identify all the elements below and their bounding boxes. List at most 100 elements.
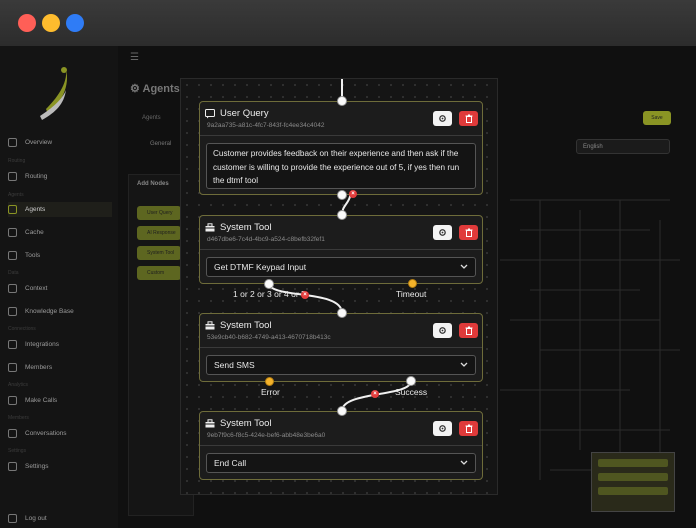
output-handle-timeout[interactable] [408,279,417,288]
node-delete-button[interactable] [459,421,478,436]
language-select[interactable]: English [576,139,670,154]
flow-canvas[interactable]: User Query 9a2aa735-a81c-4fc7-843f-fc4ee… [180,78,498,495]
book-icon [8,307,17,316]
add-ai-response-button[interactable]: AI Response [137,226,181,240]
message-icon [8,429,17,438]
output-label: 1 or 2 or 3 or 4 or 5 [233,289,306,299]
nav-section-label: Analytics [8,382,29,388]
input-handle[interactable] [337,210,347,220]
minimize-window-button[interactable] [42,14,60,32]
sidebar-item-conversations[interactable]: Conversations [8,429,67,438]
trash-icon [465,424,472,433]
toolbox-icon [205,321,215,330]
gear-icon [439,229,446,236]
node-id: 53e9cb40-b682-4749-a413-4670718b413c [207,334,331,341]
menu-icon[interactable]: ☰ [130,52,139,63]
chevron-down-icon [460,362,468,367]
nav-section-label: Settings [8,448,27,454]
node-settings-button[interactable] [433,111,452,126]
node-id: 9eb7f9c6-f8c5-424e-bef6-abb48e3be6a0 [207,432,326,439]
tab-general[interactable]: General [150,141,171,147]
node-title: User Query [220,108,269,119]
logout-icon [8,514,17,523]
sidebar-item-agents[interactable]: Agents [8,202,112,217]
input-handle[interactable] [337,308,347,318]
node-title: System Tool [220,418,272,429]
system-tool-node[interactable]: System Tool 53e9cb40-b682-4749-a413-4670… [199,313,483,382]
system-tool-node[interactable]: System Tool 9eb7f9c6-f8c5-424e-bef6-abb4… [199,411,483,480]
toolbox-icon [205,223,215,232]
output-label: Timeout [396,289,427,299]
sidebar-item-members[interactable]: Members [8,363,52,372]
app-logo [40,67,68,120]
cache-icon [8,228,17,237]
node-settings-button[interactable] [433,225,452,240]
node-delete-button[interactable] [459,225,478,240]
sidebar-item-settings[interactable]: Settings [8,462,49,471]
tool-select[interactable]: Get DTMF Keypad Input [206,257,476,277]
node-settings-button[interactable] [433,421,452,436]
window-titlebar [0,0,696,47]
tool-select[interactable]: Send SMS [206,355,476,375]
sidebar-item-make-calls[interactable]: Make Calls [8,396,57,405]
chevron-down-icon [460,460,468,465]
sidebar-item-tools[interactable]: Tools [8,251,40,260]
tool-select[interactable]: End Call [206,453,476,473]
output-handle-dtmf[interactable] [264,279,274,289]
node-title: System Tool [220,222,272,233]
output-handle-success[interactable] [406,376,416,386]
input-handle[interactable] [337,96,347,106]
system-tool-node[interactable]: System Tool d467dbe6-7c4d-4bc9-a524-c8be… [199,215,483,284]
close-icon[interactable]: × [371,390,379,398]
node-id: d467dbe6-7c4d-4bc9-a524-c8befb32fef1 [207,236,325,243]
node-delete-button[interactable] [459,323,478,338]
agent-icon [8,205,17,214]
sidebar-item-logout[interactable]: Log out [8,514,47,523]
tools-icon [8,251,17,260]
zoom-window-button[interactable] [66,14,84,32]
toolbox-icon [205,419,215,428]
context-icon [8,284,17,293]
output-handle-error[interactable] [265,377,274,386]
node-delete-button[interactable] [459,111,478,126]
gear-icon [439,327,446,334]
nav-section-label: Connections [8,326,36,332]
node-settings-button[interactable] [433,323,452,338]
prompt-textarea[interactable]: Customer provides feedback on their expe… [206,143,476,189]
routing-icon [8,172,17,181]
users-icon [8,363,17,372]
node-id: 9a2aa735-a81c-4fc7-843f-fc4ee34c4042 [207,122,325,129]
output-label: Success [395,387,428,397]
node-title: System Tool [220,320,272,331]
user-query-node[interactable]: User Query 9a2aa735-a81c-4fc7-843f-fc4ee… [199,101,483,195]
save-button[interactable]: Save [643,111,671,125]
minimap-panel [591,452,675,512]
sidebar-item-knowledge-base[interactable]: Knowledge Base [8,307,74,316]
chevron-down-icon [460,264,468,269]
output-label: Error [261,387,280,397]
nav-section-label: Agents [8,192,24,198]
sidebar-item-integrations[interactable]: Integrations [8,340,59,349]
sidebar-item-overview[interactable]: Overview [8,138,52,147]
close-icon[interactable]: × [301,291,309,299]
sidebar-item-cache[interactable]: Cache [8,228,44,237]
output-handle[interactable] [337,190,347,200]
page-title: ⚙ Agents [130,83,180,95]
close-icon[interactable]: × [349,190,357,198]
plug-icon [8,340,17,349]
add-user-query-button[interactable]: User Query [137,206,181,220]
add-nodes-title: Add Nodes [137,181,169,187]
gear-icon [8,462,17,471]
close-window-button[interactable] [18,14,36,32]
add-system-tool-button[interactable]: System Tool [137,246,181,260]
trash-icon [465,114,472,123]
add-custom-button[interactable]: Custom [137,266,181,280]
nav-section-label: Data [8,270,19,276]
sidebar-item-context[interactable]: Context [8,284,47,293]
input-handle[interactable] [337,406,347,416]
nav-section-label: Members [8,415,29,421]
breadcrumb[interactable]: Agents [142,115,161,121]
chat-icon [205,108,215,118]
gear-icon [439,425,446,432]
sidebar-item-routing[interactable]: Routing [8,172,47,181]
